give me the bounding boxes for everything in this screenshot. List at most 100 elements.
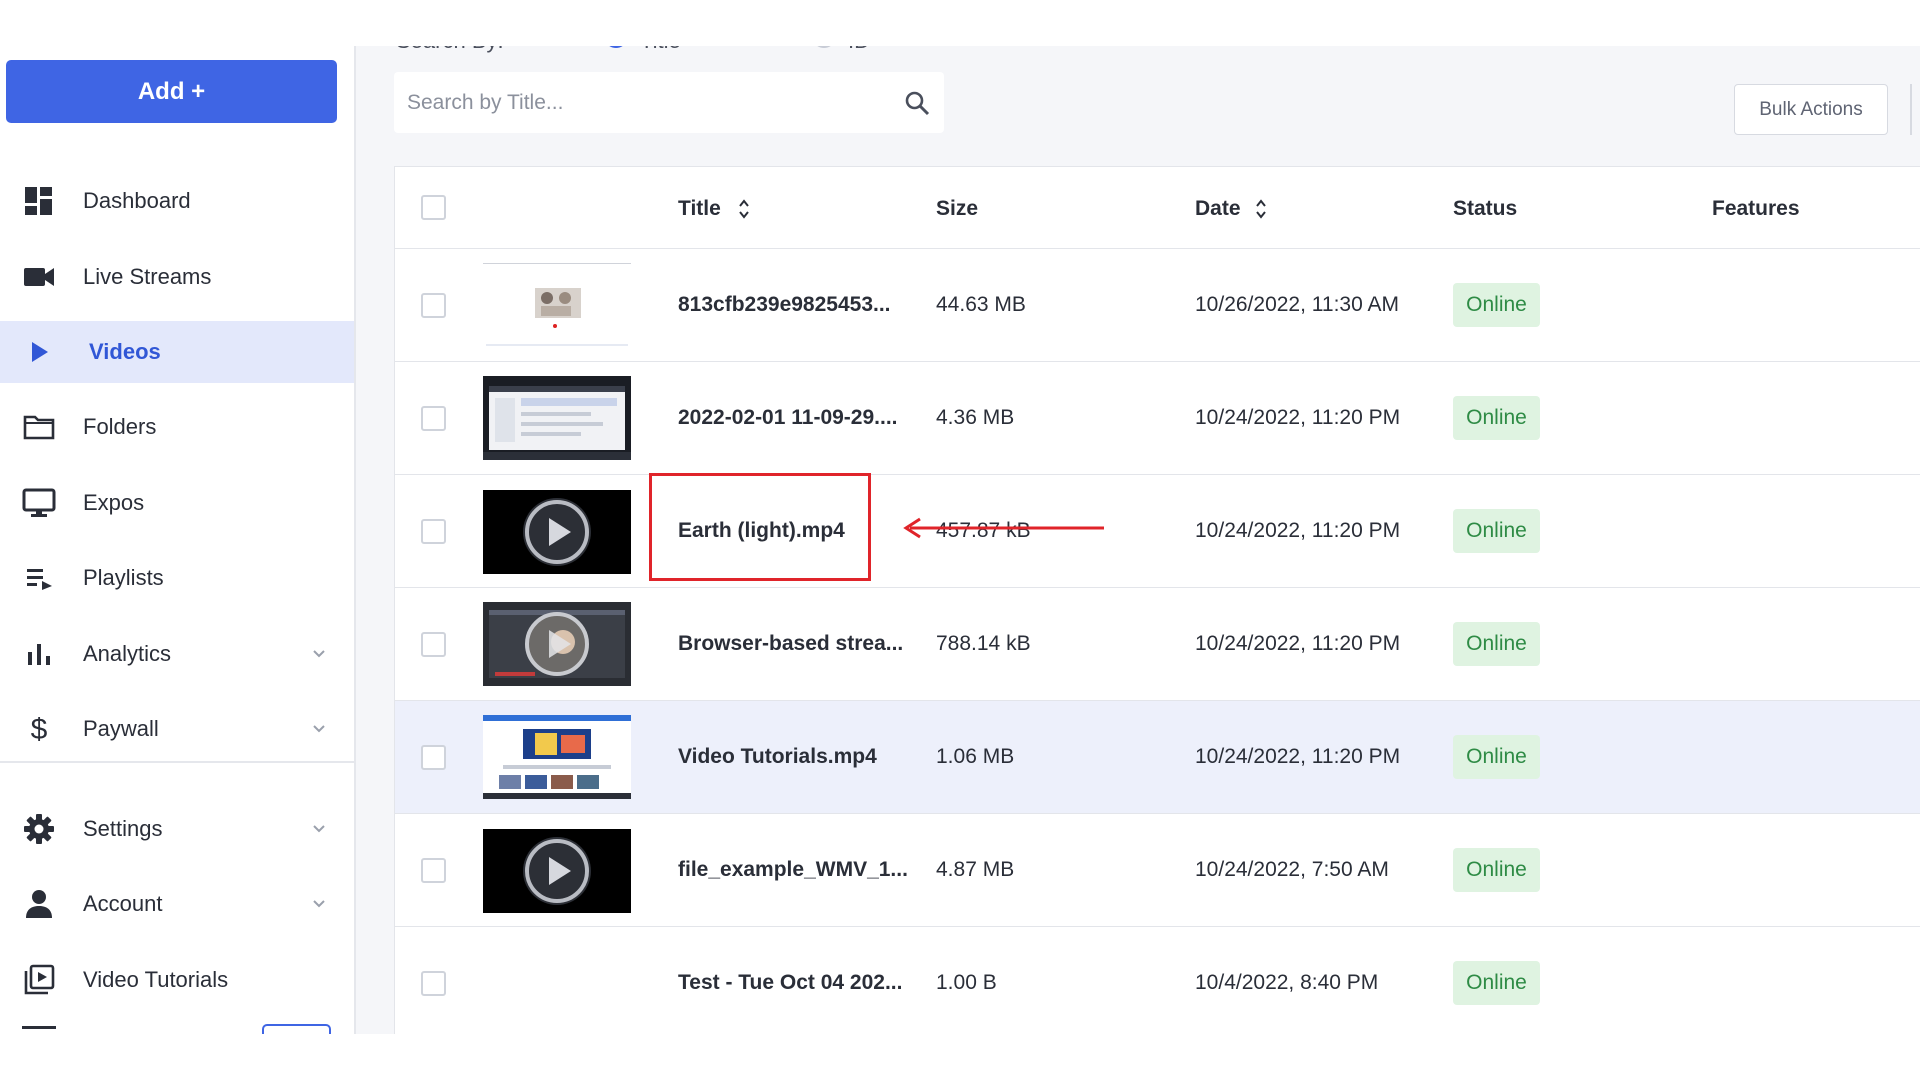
- status-badge: Online: [1453, 848, 1540, 892]
- video-date: 10/4/2022, 8:40 PM: [1195, 971, 1379, 994]
- chevron-down-icon: [313, 900, 325, 908]
- table-row[interactable]: Video Tutorials.mp4 1.06 MB 10/24/2022, …: [395, 701, 1920, 814]
- video-thumbnail[interactable]: [483, 715, 631, 799]
- video-date: 10/26/2022, 11:30 AM: [1195, 293, 1399, 316]
- sidebar-item-videos[interactable]: Videos: [0, 321, 354, 383]
- select-all-checkbox[interactable]: [421, 195, 446, 220]
- sidebar-item-settings[interactable]: Settings: [0, 798, 354, 860]
- sort-icon[interactable]: [1254, 197, 1268, 221]
- row-checkbox[interactable]: [421, 293, 446, 318]
- table-row[interactable]: Browser-based strea... 788.14 kB 10/24/2…: [395, 588, 1920, 701]
- sidebar-item-video-tutorials[interactable]: Video Tutorials: [0, 949, 354, 1011]
- cut-off-menu-icon: [22, 1026, 56, 1034]
- video-title[interactable]: Test - Tue Oct 04 202...: [678, 971, 902, 995]
- toolbar-edge: [1910, 84, 1912, 135]
- row-checkbox[interactable]: [421, 745, 446, 770]
- sidebar-item-label: Settings: [83, 816, 163, 841]
- video-thumbnail[interactable]: [483, 490, 631, 574]
- monitor-icon: [22, 486, 56, 520]
- chevron-down-icon: [313, 650, 325, 658]
- video-title[interactable]: 2022-02-01 11-09-29....: [678, 406, 898, 430]
- column-header-size: Size: [936, 197, 979, 220]
- search-box: [394, 72, 944, 133]
- gear-icon: [22, 812, 56, 846]
- sidebar-item-expos[interactable]: Expos: [0, 472, 354, 534]
- sidebar-item-label: Live Streams: [83, 264, 212, 289]
- table-row[interactable]: file_example_WMV_1... 4.87 MB 10/24/2022…: [395, 814, 1920, 927]
- video-date: 10/24/2022, 11:20 PM: [1195, 406, 1401, 429]
- table-row[interactable]: 813cfb239e9825453... 44.63 MB 10/26/2022…: [395, 249, 1920, 362]
- status-badge: Online: [1453, 961, 1540, 1005]
- search-by-id-radio[interactable]: [812, 46, 836, 48]
- search-icon[interactable]: [904, 90, 930, 116]
- chevron-down-icon: [313, 725, 325, 733]
- video-date: 10/24/2022, 7:50 AM: [1195, 858, 1389, 881]
- row-checkbox[interactable]: [421, 632, 446, 657]
- row-checkbox[interactable]: [421, 858, 446, 883]
- video-library-icon: [22, 963, 56, 997]
- sidebar: Add + Dashboard Live Streams Videos Fold…: [0, 46, 356, 1034]
- sidebar-item-dashboard[interactable]: Dashboard: [0, 170, 354, 232]
- search-by-label: Search By:: [396, 46, 504, 54]
- sidebar-item-label: Paywall: [83, 716, 159, 741]
- table-row[interactable]: 2022-02-01 11-09-29.... 4.36 MB 10/24/20…: [395, 362, 1920, 475]
- sort-icon[interactable]: [737, 197, 751, 221]
- sidebar-item-label: Videos: [89, 339, 161, 364]
- sidebar-item-label: Account: [83, 891, 163, 916]
- row-checkbox[interactable]: [421, 519, 446, 544]
- dashboard-icon: [22, 184, 56, 218]
- sidebar-item-label: Playlists: [83, 565, 164, 590]
- sidebar-item-label: Video Tutorials: [83, 967, 229, 992]
- video-size: 4.87 MB: [936, 858, 1015, 881]
- video-size: 4.36 MB: [936, 406, 1015, 429]
- dollar-icon: $: [22, 712, 56, 746]
- annotation-arrow-icon: [903, 517, 1104, 539]
- annotation-highlight-box: [649, 473, 871, 581]
- sidebar-item-analytics[interactable]: Analytics: [0, 623, 354, 685]
- video-thumbnail[interactable]: [483, 602, 631, 686]
- video-camera-icon: [22, 260, 56, 294]
- add-button[interactable]: Add +: [6, 60, 337, 123]
- video-thumbnail[interactable]: [483, 829, 631, 913]
- row-checkbox[interactable]: [421, 406, 446, 431]
- sidebar-item-label: Folders: [83, 414, 157, 439]
- status-badge: Online: [1453, 622, 1540, 666]
- cut-off-badge: [262, 1024, 331, 1034]
- video-size: 1.06 MB: [936, 745, 1015, 768]
- sidebar-item-folders[interactable]: Folders: [0, 396, 354, 458]
- sidebar-item-playlists[interactable]: Playlists: [0, 547, 354, 609]
- bulk-actions-button[interactable]: Bulk Actions: [1734, 84, 1888, 135]
- video-date: 10/24/2022, 11:20 PM: [1195, 632, 1401, 655]
- video-thumbnail[interactable]: [483, 263, 631, 347]
- search-input[interactable]: [394, 72, 874, 133]
- video-title[interactable]: 813cfb239e9825453...: [678, 293, 891, 317]
- sidebar-item-live-streams[interactable]: Live Streams: [0, 246, 354, 308]
- video-title[interactable]: Video Tutorials.mp4: [678, 745, 877, 769]
- playlist-icon: [22, 561, 56, 595]
- video-date: 10/24/2022, 11:20 PM: [1195, 745, 1401, 768]
- sidebar-item-label: Dashboard: [83, 188, 191, 213]
- status-badge: Online: [1453, 396, 1540, 440]
- video-date: 10/24/2022, 11:20 PM: [1195, 519, 1401, 542]
- video-title[interactable]: file_example_WMV_1...: [678, 858, 908, 882]
- status-badge: Online: [1453, 509, 1540, 553]
- sidebar-item-account[interactable]: Account: [0, 873, 354, 935]
- column-header-date[interactable]: Date: [1195, 197, 1241, 221]
- videos-table: Title Size Date Status Features 813cfb23…: [394, 166, 1920, 1034]
- table-header: Title Size Date Status Features: [395, 167, 1920, 249]
- status-badge: Online: [1453, 283, 1540, 327]
- column-header-status: Status: [1453, 197, 1518, 220]
- video-thumbnail[interactable]: [483, 376, 631, 460]
- table-row[interactable]: Test - Tue Oct 04 202... 1.00 B 10/4/202…: [395, 927, 1920, 1034]
- chevron-down-icon: [313, 825, 325, 833]
- row-checkbox[interactable]: [421, 971, 446, 996]
- table-row[interactable]: Earth (light).mp4 457.87 kB 10/24/2022, …: [395, 475, 1920, 588]
- search-by-id-label: ID: [848, 46, 870, 54]
- video-size: 44.63 MB: [936, 293, 1026, 316]
- app-window: Add + Dashboard Live Streams Videos Fold…: [0, 0, 1920, 1080]
- sidebar-item-label: Expos: [83, 490, 145, 515]
- video-title[interactable]: Browser-based strea...: [678, 632, 903, 656]
- sidebar-item-paywall[interactable]: $ Paywall: [0, 698, 354, 760]
- column-header-title[interactable]: Title: [678, 197, 721, 221]
- search-by-title-radio[interactable]: [604, 46, 628, 48]
